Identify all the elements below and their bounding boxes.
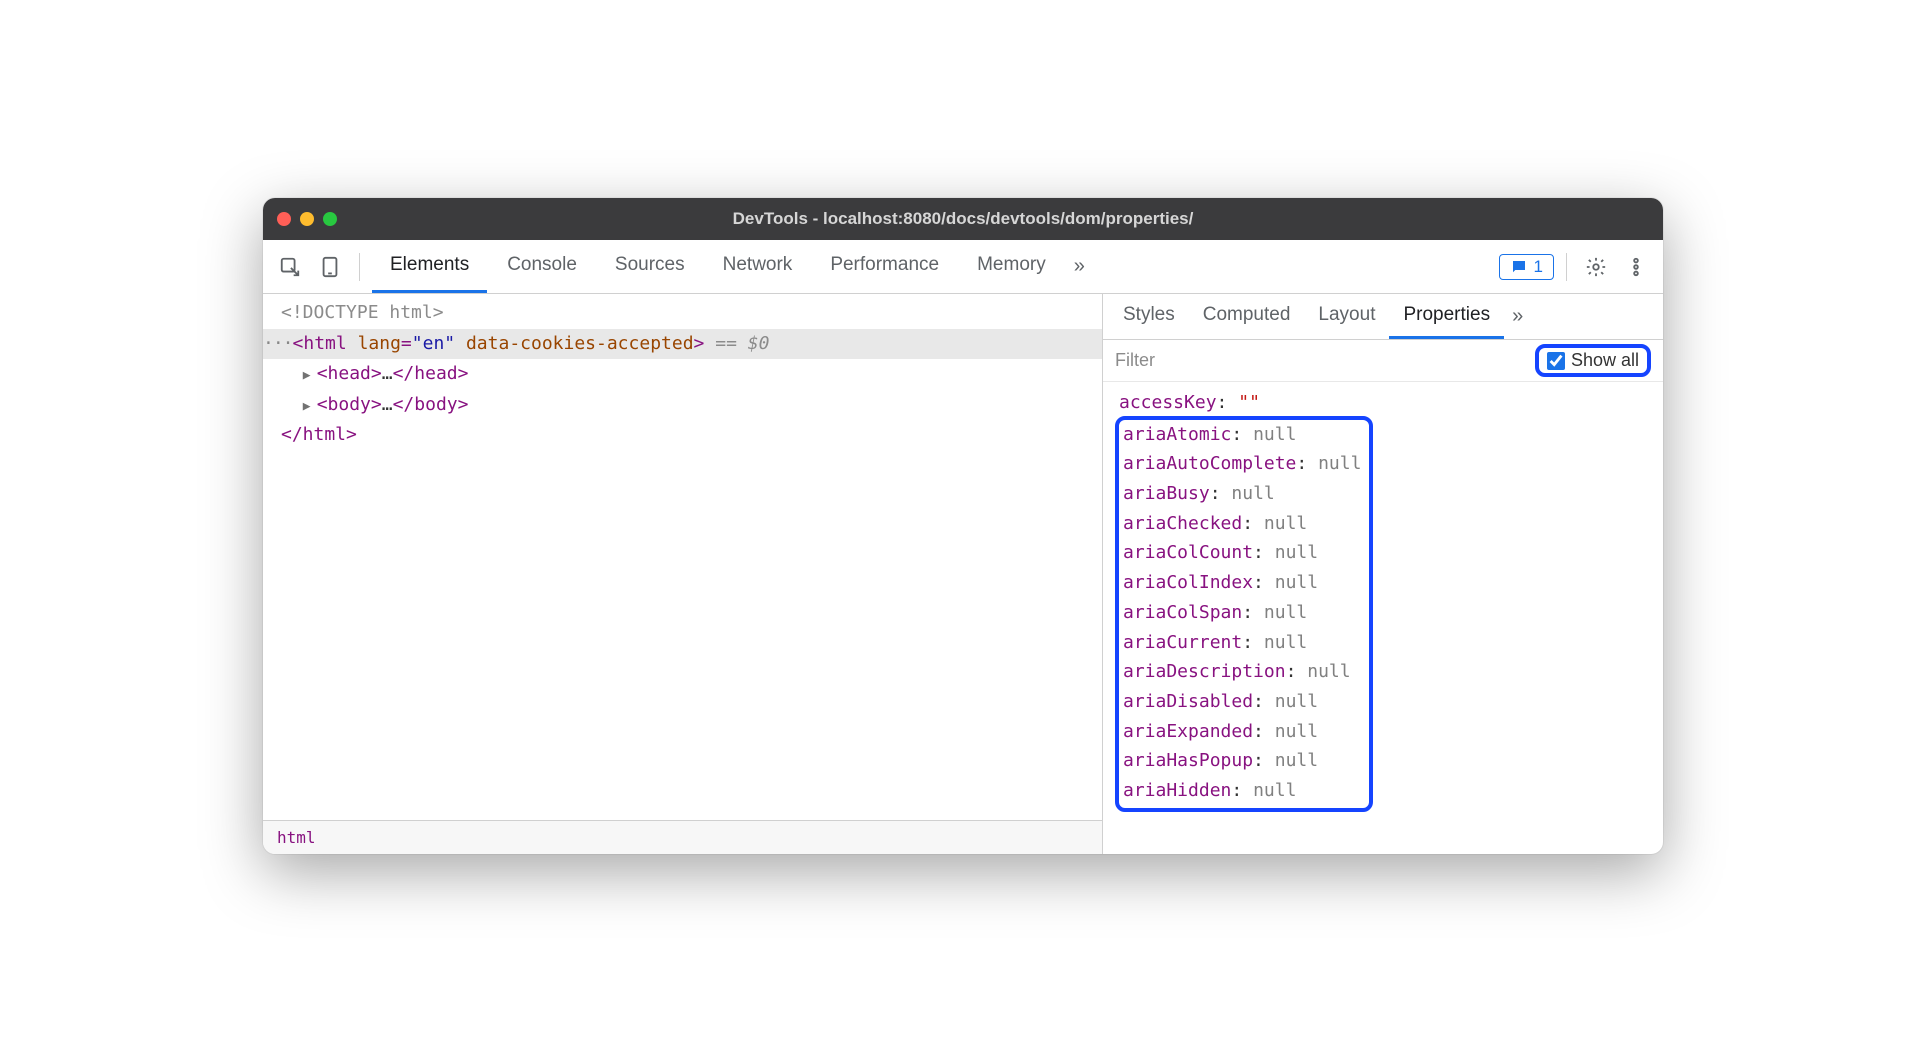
content-area: <!DOCTYPE html> ···<html lang="en" data-… bbox=[263, 294, 1663, 854]
side-tab-layout[interactable]: Layout bbox=[1304, 294, 1389, 339]
minimize-window-button[interactable] bbox=[300, 212, 314, 226]
dom-body-element[interactable]: ▶<body>…</body> bbox=[263, 390, 1102, 421]
toolbar-divider bbox=[359, 253, 360, 281]
dom-tree[interactable]: <!DOCTYPE html> ···<html lang="en" data-… bbox=[263, 294, 1102, 820]
window-title: DevTools - localhost:8080/docs/devtools/… bbox=[733, 209, 1194, 229]
tab-memory[interactable]: Memory bbox=[959, 240, 1064, 293]
main-tabs: Elements Console Sources Network Perform… bbox=[372, 240, 1093, 293]
side-tabs: Styles Computed Layout Properties » bbox=[1103, 294, 1663, 340]
message-icon bbox=[1510, 258, 1528, 276]
settings-gear-icon[interactable] bbox=[1579, 250, 1613, 284]
show-all-checkbox[interactable] bbox=[1547, 352, 1565, 370]
property-row[interactable]: ariaBusy: null bbox=[1123, 479, 1361, 509]
device-toggle-icon[interactable] bbox=[313, 250, 347, 284]
tab-console[interactable]: Console bbox=[489, 240, 595, 293]
tab-performance[interactable]: Performance bbox=[812, 240, 957, 293]
dom-doctype[interactable]: <!DOCTYPE html> bbox=[263, 298, 1102, 329]
breadcrumb[interactable]: html bbox=[263, 820, 1102, 854]
issues-count: 1 bbox=[1534, 257, 1543, 277]
window-controls bbox=[277, 212, 337, 226]
inspect-element-icon[interactable] bbox=[273, 250, 307, 284]
main-toolbar: Elements Console Sources Network Perform… bbox=[263, 240, 1663, 294]
show-all-control: Show all bbox=[1535, 344, 1651, 377]
dom-head-element[interactable]: ▶<head>…</head> bbox=[263, 359, 1102, 390]
dom-html-element[interactable]: ···<html lang="en" data-cookies-accepted… bbox=[263, 329, 1102, 360]
property-row[interactable]: ariaDisabled: null bbox=[1123, 687, 1361, 717]
tab-elements[interactable]: Elements bbox=[372, 240, 487, 293]
properties-filter-input[interactable] bbox=[1115, 350, 1527, 371]
properties-list[interactable]: accessKey: "" ariaAtomic: nullariaAutoCo… bbox=[1103, 382, 1663, 854]
properties-filter-row: Show all bbox=[1103, 340, 1663, 382]
tabs-overflow-icon[interactable]: » bbox=[1066, 255, 1093, 278]
side-panel: Styles Computed Layout Properties » Show… bbox=[1103, 294, 1663, 854]
property-row[interactable]: ariaChecked: null bbox=[1123, 509, 1361, 539]
property-row[interactable]: ariaAutoComplete: null bbox=[1123, 449, 1361, 479]
devtools-window: DevTools - localhost:8080/docs/devtools/… bbox=[263, 198, 1663, 854]
property-row[interactable]: ariaColIndex: null bbox=[1123, 568, 1361, 598]
show-all-label[interactable]: Show all bbox=[1571, 350, 1639, 371]
property-row[interactable]: accessKey: "" bbox=[1115, 388, 1264, 418]
properties-highlight-box: ariaAtomic: nullariaAutoComplete: nullar… bbox=[1115, 416, 1373, 812]
kebab-menu-icon[interactable] bbox=[1619, 250, 1653, 284]
maximize-window-button[interactable] bbox=[323, 212, 337, 226]
side-tab-computed[interactable]: Computed bbox=[1189, 294, 1305, 339]
toolbar-divider bbox=[1566, 253, 1567, 281]
property-row[interactable]: ariaColCount: null bbox=[1123, 538, 1361, 568]
dom-html-close[interactable]: </html> bbox=[263, 420, 1102, 451]
side-tab-properties[interactable]: Properties bbox=[1389, 294, 1504, 339]
breadcrumb-html[interactable]: html bbox=[277, 828, 316, 847]
property-row[interactable]: ariaColSpan: null bbox=[1123, 598, 1361, 628]
property-row[interactable]: ariaDescription: null bbox=[1123, 657, 1361, 687]
issues-badge[interactable]: 1 bbox=[1499, 254, 1554, 280]
dom-panel: <!DOCTYPE html> ···<html lang="en" data-… bbox=[263, 294, 1103, 854]
titlebar: DevTools - localhost:8080/docs/devtools/… bbox=[263, 198, 1663, 240]
property-row[interactable]: ariaHasPopup: null bbox=[1123, 746, 1361, 776]
close-window-button[interactable] bbox=[277, 212, 291, 226]
property-row[interactable]: ariaCurrent: null bbox=[1123, 628, 1361, 658]
property-row[interactable]: ariaHidden: null bbox=[1123, 776, 1361, 806]
property-row[interactable]: ariaExpanded: null bbox=[1123, 717, 1361, 747]
tab-sources[interactable]: Sources bbox=[597, 240, 703, 293]
side-tabs-overflow-icon[interactable]: » bbox=[1504, 305, 1531, 328]
property-row[interactable]: ariaAtomic: null bbox=[1123, 420, 1361, 450]
side-tab-styles[interactable]: Styles bbox=[1109, 294, 1189, 339]
tab-network[interactable]: Network bbox=[705, 240, 811, 293]
